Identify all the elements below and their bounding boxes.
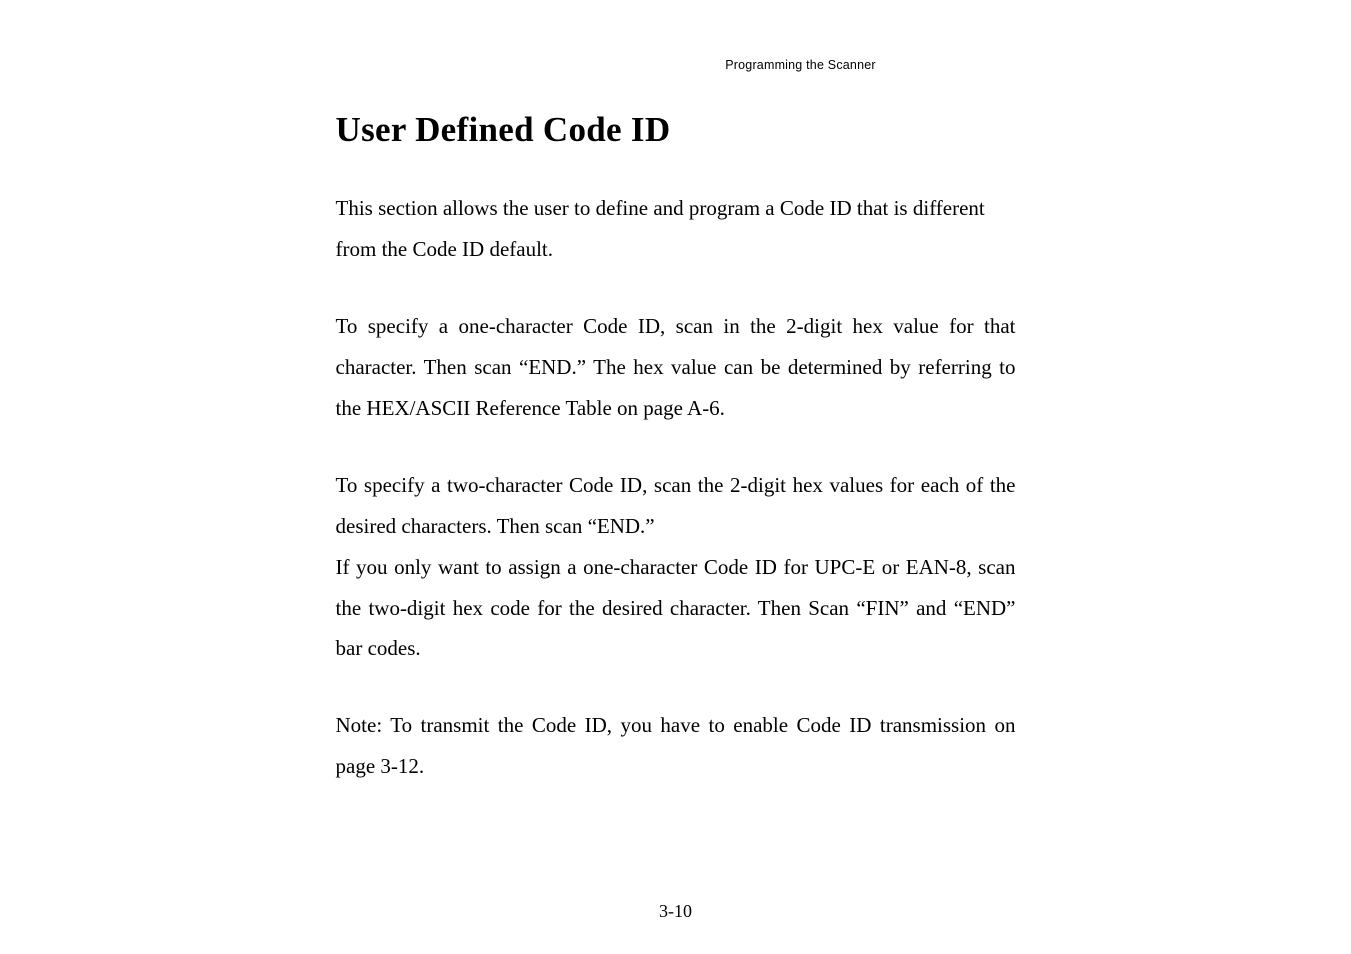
paragraph-two-char-b: If you only want to assign a one-charact… xyxy=(336,547,1016,670)
paragraph-one-char: To specify a one-character Code ID, scan… xyxy=(336,306,1016,429)
section-title: User Defined Code ID xyxy=(336,110,1016,150)
paragraph-note: Note: To transmit the Code ID, you have … xyxy=(336,705,1016,787)
running-header: Programming the Scanner xyxy=(336,58,1016,72)
page-number: 3-10 xyxy=(0,901,1351,922)
paragraph-intro: This section allows the user to define a… xyxy=(336,188,1016,270)
paragraph-two-char-a: To specify a two-character Code ID, scan… xyxy=(336,465,1016,547)
paragraph-two-char-block: To specify a two-character Code ID, scan… xyxy=(336,465,1016,670)
document-page: Programming the Scanner User Defined Cod… xyxy=(336,0,1016,787)
